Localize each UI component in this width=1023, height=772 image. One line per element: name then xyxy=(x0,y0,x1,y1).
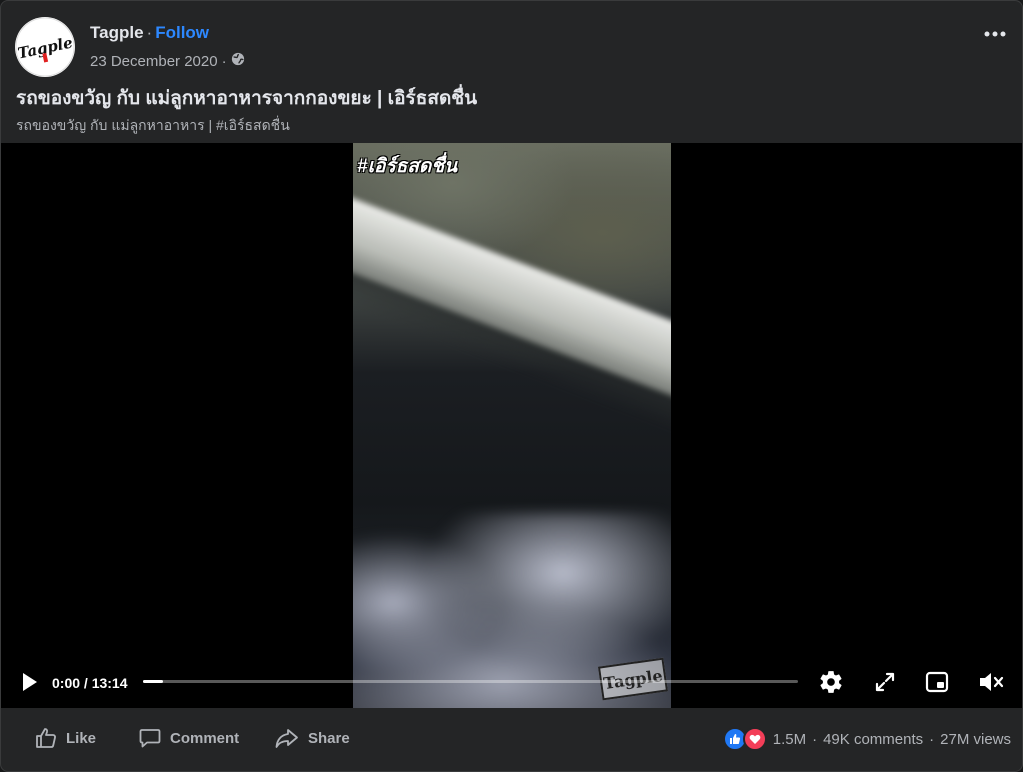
post-header: Tagple · Follow xyxy=(90,23,209,43)
like-button[interactable]: Like xyxy=(34,726,96,750)
comment-button[interactable]: Comment xyxy=(138,726,239,750)
miniplayer-button[interactable] xyxy=(923,668,951,696)
video-player[interactable]: #เอิร์ธสดชื่น Tagple 0:00 / 13:14 xyxy=(1,143,1022,708)
share-icon xyxy=(275,729,298,748)
thumbs-up-icon xyxy=(36,728,56,748)
stats-dot-1: · xyxy=(812,730,818,748)
play-icon xyxy=(23,673,37,691)
post-date[interactable]: 23 December 2020 xyxy=(90,53,218,70)
date-separator: · xyxy=(221,52,227,70)
mute-button[interactable] xyxy=(977,668,1005,696)
reaction-icons[interactable] xyxy=(722,727,767,751)
volume-muted-icon xyxy=(980,673,1004,691)
comment-label: Comment xyxy=(170,729,240,747)
post-actions-bar: Like Comment Share 1.5M · 49K comments ·… xyxy=(1,708,1022,771)
settings-button[interactable] xyxy=(817,668,845,696)
post-subtitle[interactable]: รถของขวัญ กับ แม่ลูกหาอาหาร | #เอิร์ธสดช… xyxy=(16,115,290,137)
post-card: Tagple Tagple · Follow 23 December 2020 · … xyxy=(0,0,1023,772)
post-stats: 1.5M · 49K comments · 27M views xyxy=(722,727,1011,751)
reactions-count[interactable]: 1.5M xyxy=(773,731,806,748)
share-label: Share xyxy=(308,729,350,747)
views-count: 27M views xyxy=(940,730,1011,748)
video-frame[interactable]: #เอิร์ธสดชื่น Tagple xyxy=(353,143,671,708)
comment-icon xyxy=(139,729,161,748)
comments-count[interactable]: 49K comments xyxy=(823,731,923,748)
page-name[interactable]: Tagple xyxy=(90,23,144,42)
progress-bar[interactable] xyxy=(143,680,798,683)
picture-in-picture-icon xyxy=(925,671,949,693)
stats-dot-2: · xyxy=(929,730,935,748)
post-title: รถของขวัญ กับ แม่ลูกหาอาหารจากกองขยะ | เ… xyxy=(16,88,478,109)
more-horizontal-icon xyxy=(984,31,1006,37)
gear-icon xyxy=(820,671,842,693)
separator: · xyxy=(146,23,153,42)
play-button[interactable] xyxy=(16,669,42,695)
love-reaction-icon xyxy=(742,727,767,751)
post-meta: 23 December 2020 · xyxy=(90,52,245,70)
expand-icon xyxy=(875,672,895,692)
progress-fill xyxy=(143,680,163,683)
more-options-button[interactable] xyxy=(980,19,1010,49)
globe-icon xyxy=(231,52,245,70)
share-button[interactable]: Share xyxy=(274,726,350,750)
fullscreen-button[interactable] xyxy=(871,668,899,696)
like-label: Like xyxy=(66,729,97,747)
video-hashtag-overlay: #เอิร์ธสดชื่น xyxy=(357,156,458,177)
page-avatar[interactable]: Tagple xyxy=(15,17,75,77)
time-display: 0:00 / 13:14 xyxy=(52,675,128,691)
tagple-logo: Tagple xyxy=(15,17,75,77)
follow-button[interactable]: Follow xyxy=(155,23,209,42)
